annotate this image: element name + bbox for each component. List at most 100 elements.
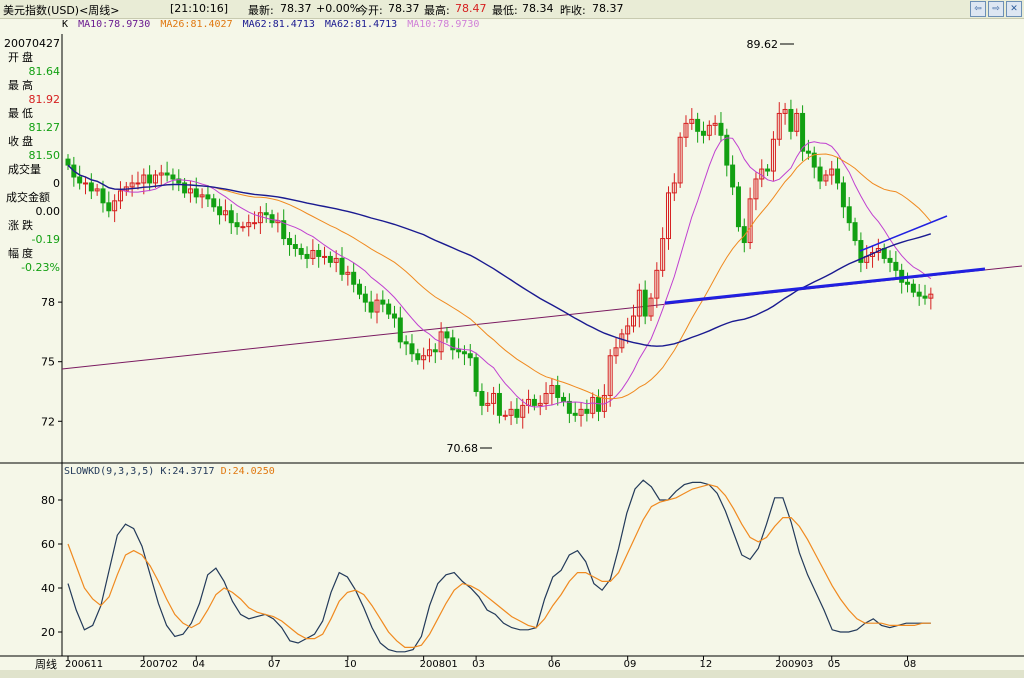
candle-body [246,222,252,228]
candle-body [438,331,444,353]
candle-body [287,238,293,246]
detail-open-label: 开盘 [8,51,36,64]
candle-body [776,112,782,140]
detail-high-label: 最高 [8,79,36,92]
x-tick-label: 03 [472,659,485,670]
candle-body [893,261,899,271]
candle-body [275,220,281,224]
candle-body [654,269,660,299]
candle-body [298,247,304,255]
arrow-left-icon[interactable]: ⇦ [970,1,986,17]
candle-body [426,349,432,357]
upper-trendline [859,215,948,252]
x-tick-label: 200611 [65,659,103,670]
candle-body [875,247,881,253]
candle-body [141,174,147,184]
detail-low-label: 最低 [8,107,36,120]
candle-body [123,186,129,192]
candle-body [689,118,695,124]
x-tick-label: 10 [344,659,357,670]
candle-body [800,112,806,152]
candle-body [491,392,497,404]
legend-ma10: MA10:78.9730 [78,19,151,30]
candle-body [765,168,771,172]
candle-body [700,130,706,136]
candle-body [129,182,135,188]
candle-body [735,186,741,228]
candle-body [403,341,409,345]
detail-change-label: 涨跌 [8,219,36,232]
kd-legend-k: K:24.3717 [160,466,215,477]
candle-body [397,317,403,343]
candle-body [409,343,415,355]
candle-body [211,198,217,208]
close-icon[interactable]: ✕ [1006,1,1022,17]
candle-body [327,255,333,263]
high-value: 78.47 [455,2,487,15]
candle-body [590,396,596,414]
arrow-right-icon[interactable]: ⇨ [988,1,1004,17]
candle-body [835,168,841,184]
open-label: 今开: [357,4,383,17]
kd-tick-label: 20 [41,626,55,639]
low-value: 78.34 [522,2,554,15]
kd-tick-label: 80 [41,494,55,507]
candle-body [415,353,421,361]
candle-body [65,158,71,166]
quote-detail-panel: 20070427 开盘 81.64 最高 81.92 最低 81.27 收盘 8… [0,20,62,278]
candle-body [537,402,543,406]
candle-body [858,240,864,263]
candle-body [718,122,724,136]
detail-date: 20070427 [4,37,60,50]
candle-body [905,281,911,285]
x-tick-label: 06 [548,659,561,670]
ma10-line [67,137,932,408]
x-tick-label: 05 [828,659,841,670]
candle-body [829,168,835,176]
candle-body [199,194,205,198]
candle-body [176,178,182,184]
candle-body [782,108,788,114]
candle-body [269,214,275,224]
candle-body [584,408,590,414]
ma62-line [67,164,932,347]
candle-body [467,353,473,359]
price-tick-label: 72 [41,415,55,428]
candle-body [881,247,887,259]
detail-close-label: 收盘 [8,135,36,148]
candle-body [648,297,654,317]
candle-body [333,257,339,263]
candle-body [316,249,322,257]
detail-high: 81.92 [28,93,61,106]
candle-body [543,392,549,404]
candle-body [228,210,234,224]
candle-body [374,299,380,313]
kd-legend-d: D:24.0250 [220,466,275,477]
detail-close: 81.50 [28,149,61,162]
detail-volume-label: 成交量 [8,163,41,176]
detail-volume: 0 [53,177,60,190]
candle-body [479,390,485,406]
candle-body [158,172,164,176]
prev-close-value: 78.37 [592,2,624,15]
legend-ma26: MA26:81.4027 [160,19,233,30]
candle-body [182,182,188,194]
candle-body [916,291,922,297]
x-tick-label: 200702 [140,659,178,670]
candle-body [899,269,905,283]
candle-body [88,182,94,192]
candle-body [561,396,567,402]
candle-body [922,295,928,299]
latest-label: 最新: [248,4,274,17]
candle-body [310,249,316,259]
candle-body [811,152,817,168]
candle-body [252,222,258,225]
candle-body [152,174,158,184]
candle-body [205,194,211,200]
candle-body [619,333,625,349]
candle-body [147,174,153,184]
candle-body [263,212,269,216]
prev-close-label: 昨收: [560,4,586,17]
open-value: 78.37 [388,2,420,15]
candle-body [432,349,438,353]
